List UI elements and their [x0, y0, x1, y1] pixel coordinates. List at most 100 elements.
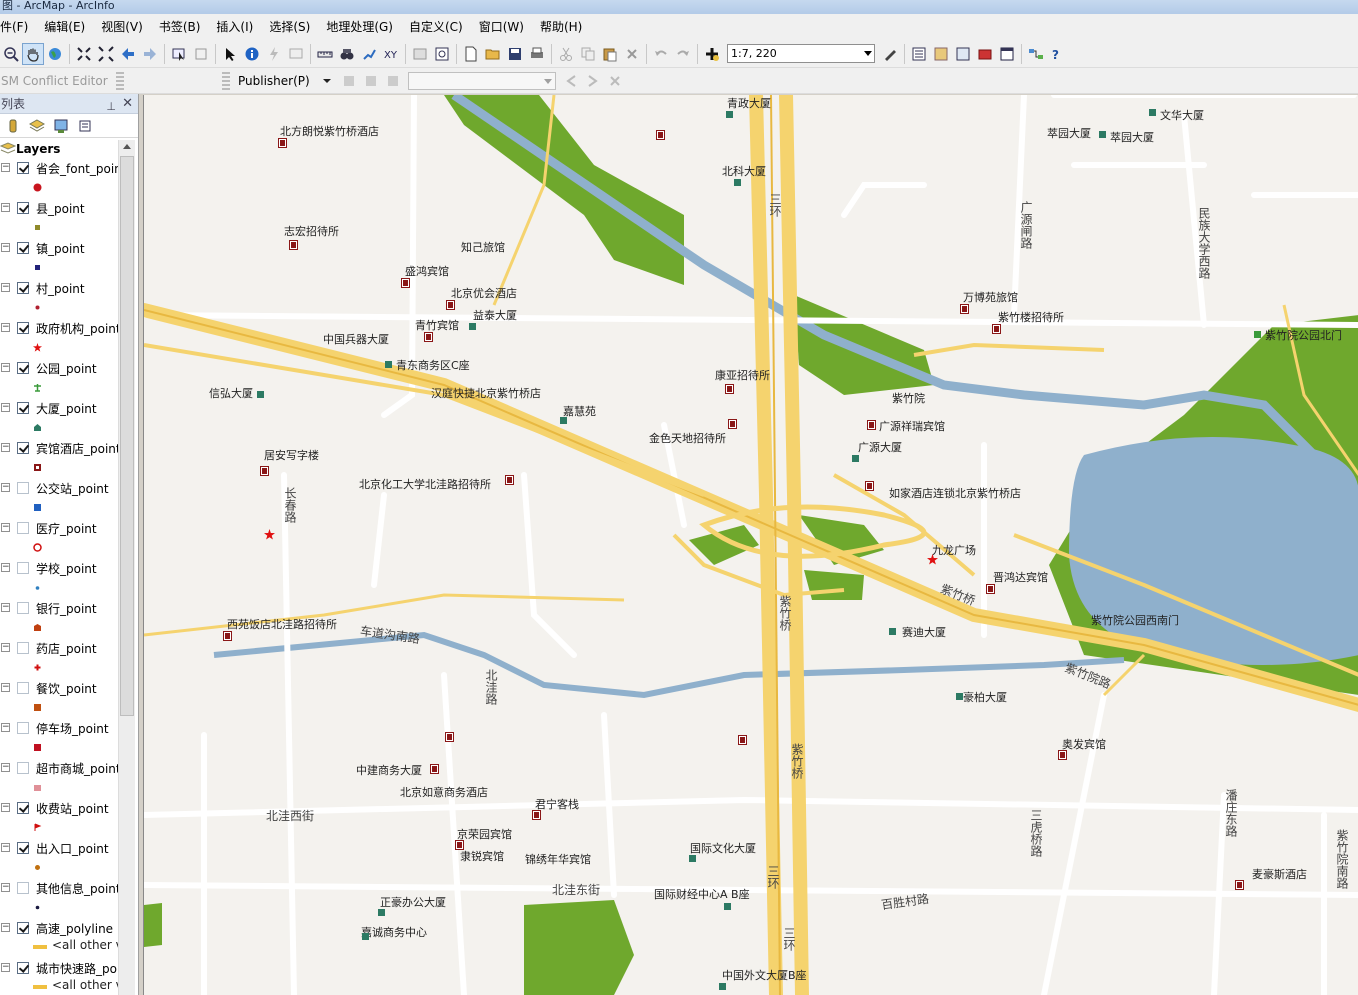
layer-visibility-checkbox[interactable] [17, 522, 29, 534]
menu-selection[interactable]: 选择(S) [261, 14, 318, 40]
building-icon[interactable] [956, 693, 963, 700]
toolbar-grip[interactable] [116, 71, 124, 90]
collapse-icon[interactable]: − [1, 923, 10, 932]
layer-visibility-checkbox[interactable] [17, 202, 29, 214]
layer-name[interactable]: 超市商城_point [36, 760, 118, 777]
layer-visibility-checkbox[interactable] [17, 442, 29, 454]
building-icon[interactable] [1099, 131, 1106, 138]
hotel-icon[interactable] [505, 475, 514, 485]
building-icon[interactable] [734, 179, 741, 186]
layer-name[interactable]: 省会_font_point [36, 160, 118, 177]
undo-icon[interactable] [650, 43, 672, 65]
poi-label[interactable]: 紫竹院 [892, 390, 925, 406]
layer-name[interactable]: 餐饮_point [36, 680, 97, 697]
layer-visibility-checkbox[interactable] [17, 642, 29, 654]
search-window-icon[interactable] [952, 43, 974, 65]
poi-label[interactable]: 北京优会酒店 [451, 285, 517, 301]
layer-visibility-checkbox[interactable] [17, 602, 29, 614]
publisher-save-icon[interactable] [382, 70, 404, 92]
layer-visibility-checkbox[interactable] [17, 282, 29, 294]
poi-label[interactable]: 隶锐宾馆 [460, 848, 504, 864]
building-icon[interactable] [689, 855, 696, 862]
poi-label[interactable]: 西苑饭店北洼路招待所 [227, 616, 337, 632]
hotel-icon[interactable] [738, 735, 747, 745]
toc-scrollbar[interactable] [118, 140, 135, 995]
publisher-prev-icon[interactable] [560, 70, 582, 92]
poi-label[interactable]: 金色天地招待所 [649, 430, 726, 446]
publisher-tools-icon[interactable] [360, 70, 382, 92]
hotel-icon[interactable] [1058, 750, 1067, 760]
poi-label[interactable]: 嘉诚商务中心 [361, 924, 427, 940]
collapse-icon[interactable]: − [1, 283, 10, 292]
building-icon[interactable] [719, 983, 726, 990]
hyperlink-icon[interactable] [263, 43, 285, 65]
collapse-icon[interactable]: − [1, 443, 10, 452]
menu-bookmarks[interactable]: 书签(B) [151, 14, 209, 40]
poi-label[interactable]: 中国外文大厦B座 [722, 967, 807, 983]
toolbar-grip[interactable] [222, 71, 230, 90]
layer-visibility-checkbox[interactable] [17, 762, 29, 774]
layer-visibility-checkbox[interactable] [17, 802, 29, 814]
menu-file[interactable]: 件(F) [0, 14, 36, 40]
poi-label[interactable]: 康亚招待所 [715, 367, 770, 383]
menu-windows[interactable]: 窗口(W) [471, 14, 532, 40]
poi-label[interactable]: 如家酒店连锁北京紫竹桥店 [889, 485, 1021, 501]
collapse-icon[interactable]: − [1, 403, 10, 412]
collapse-icon[interactable]: − [1, 963, 10, 972]
poi-label[interactable]: 居安写字楼 [264, 447, 319, 463]
map-scale-select[interactable]: 1:7, 220 [727, 44, 875, 63]
hotel-icon[interactable] [1235, 880, 1244, 890]
time-slider-icon[interactable] [409, 43, 431, 65]
publisher-analyze-icon[interactable] [338, 70, 360, 92]
collapse-icon[interactable]: − [1, 523, 10, 532]
python-window-icon[interactable] [996, 43, 1018, 65]
hotel-icon[interactable] [532, 810, 541, 820]
poi-label[interactable]: 北方朗悦紫竹桥酒店 [280, 123, 379, 139]
poi-label[interactable]: 嘉慧苑 [563, 403, 596, 419]
poi-label[interactable]: 汉庭快捷北京紫竹桥店 [431, 385, 541, 401]
layer-visibility-checkbox[interactable] [17, 162, 29, 174]
scroll-up-icon[interactable] [123, 144, 131, 149]
model-builder-icon[interactable] [1025, 43, 1047, 65]
poi-label[interactable]: 广源大厦 [858, 439, 902, 455]
delete-icon[interactable] [621, 43, 643, 65]
pin-icon[interactable]: ⊥ [106, 97, 116, 117]
collapse-icon[interactable]: − [1, 603, 10, 612]
poi-label[interactable]: 君宁客栈 [535, 796, 579, 812]
layer-name[interactable]: 收费站_point [36, 800, 109, 817]
building-icon[interactable] [378, 909, 385, 916]
html-popup-icon[interactable] [285, 43, 307, 65]
building-icon[interactable] [469, 323, 476, 330]
publisher-layer-select[interactable] [407, 71, 556, 90]
layer-visibility-checkbox[interactable] [17, 682, 29, 694]
collapse-icon[interactable]: − [1, 323, 10, 332]
star-icon[interactable] [264, 529, 275, 540]
list-by-source-icon[interactable] [26, 115, 48, 137]
building-icon[interactable] [385, 361, 392, 368]
poi-label[interactable]: 麦豪斯酒店 [1252, 866, 1307, 882]
open-folder-icon[interactable] [482, 43, 504, 65]
fixed-zoom-out-icon[interactable] [95, 43, 117, 65]
layer-visibility-checkbox[interactable] [17, 562, 29, 574]
hotel-icon[interactable] [430, 764, 439, 774]
collapse-icon[interactable]: − [1, 163, 10, 172]
menu-geoprocessing[interactable]: 地理处理(G) [318, 14, 401, 40]
layer-name[interactable]: 银行_point [36, 600, 97, 617]
layers-root[interactable]: Layers [0, 140, 118, 158]
building-icon[interactable] [257, 391, 264, 398]
layer-name[interactable]: 城市快速路_po [36, 960, 117, 977]
building-icon[interactable] [560, 417, 567, 424]
building-icon[interactable] [726, 111, 733, 118]
poi-label[interactable]: 信弘大厦 [209, 385, 253, 401]
layer-visibility-checkbox[interactable] [17, 882, 29, 894]
collapse-icon[interactable]: − [1, 563, 10, 572]
select-features-icon[interactable] [168, 43, 190, 65]
layer-name[interactable]: 政府机构_point [36, 320, 118, 337]
print-icon[interactable] [526, 43, 548, 65]
menu-insert[interactable]: 插入(I) [208, 14, 261, 40]
copy-icon[interactable] [577, 43, 599, 65]
layer-visibility-checkbox[interactable] [17, 962, 29, 974]
menu-edit[interactable]: 编辑(E) [36, 14, 93, 40]
poi-label[interactable]: 九龙广场 [932, 542, 976, 558]
poi-label[interactable]: 中国兵器大厦 [323, 331, 389, 347]
